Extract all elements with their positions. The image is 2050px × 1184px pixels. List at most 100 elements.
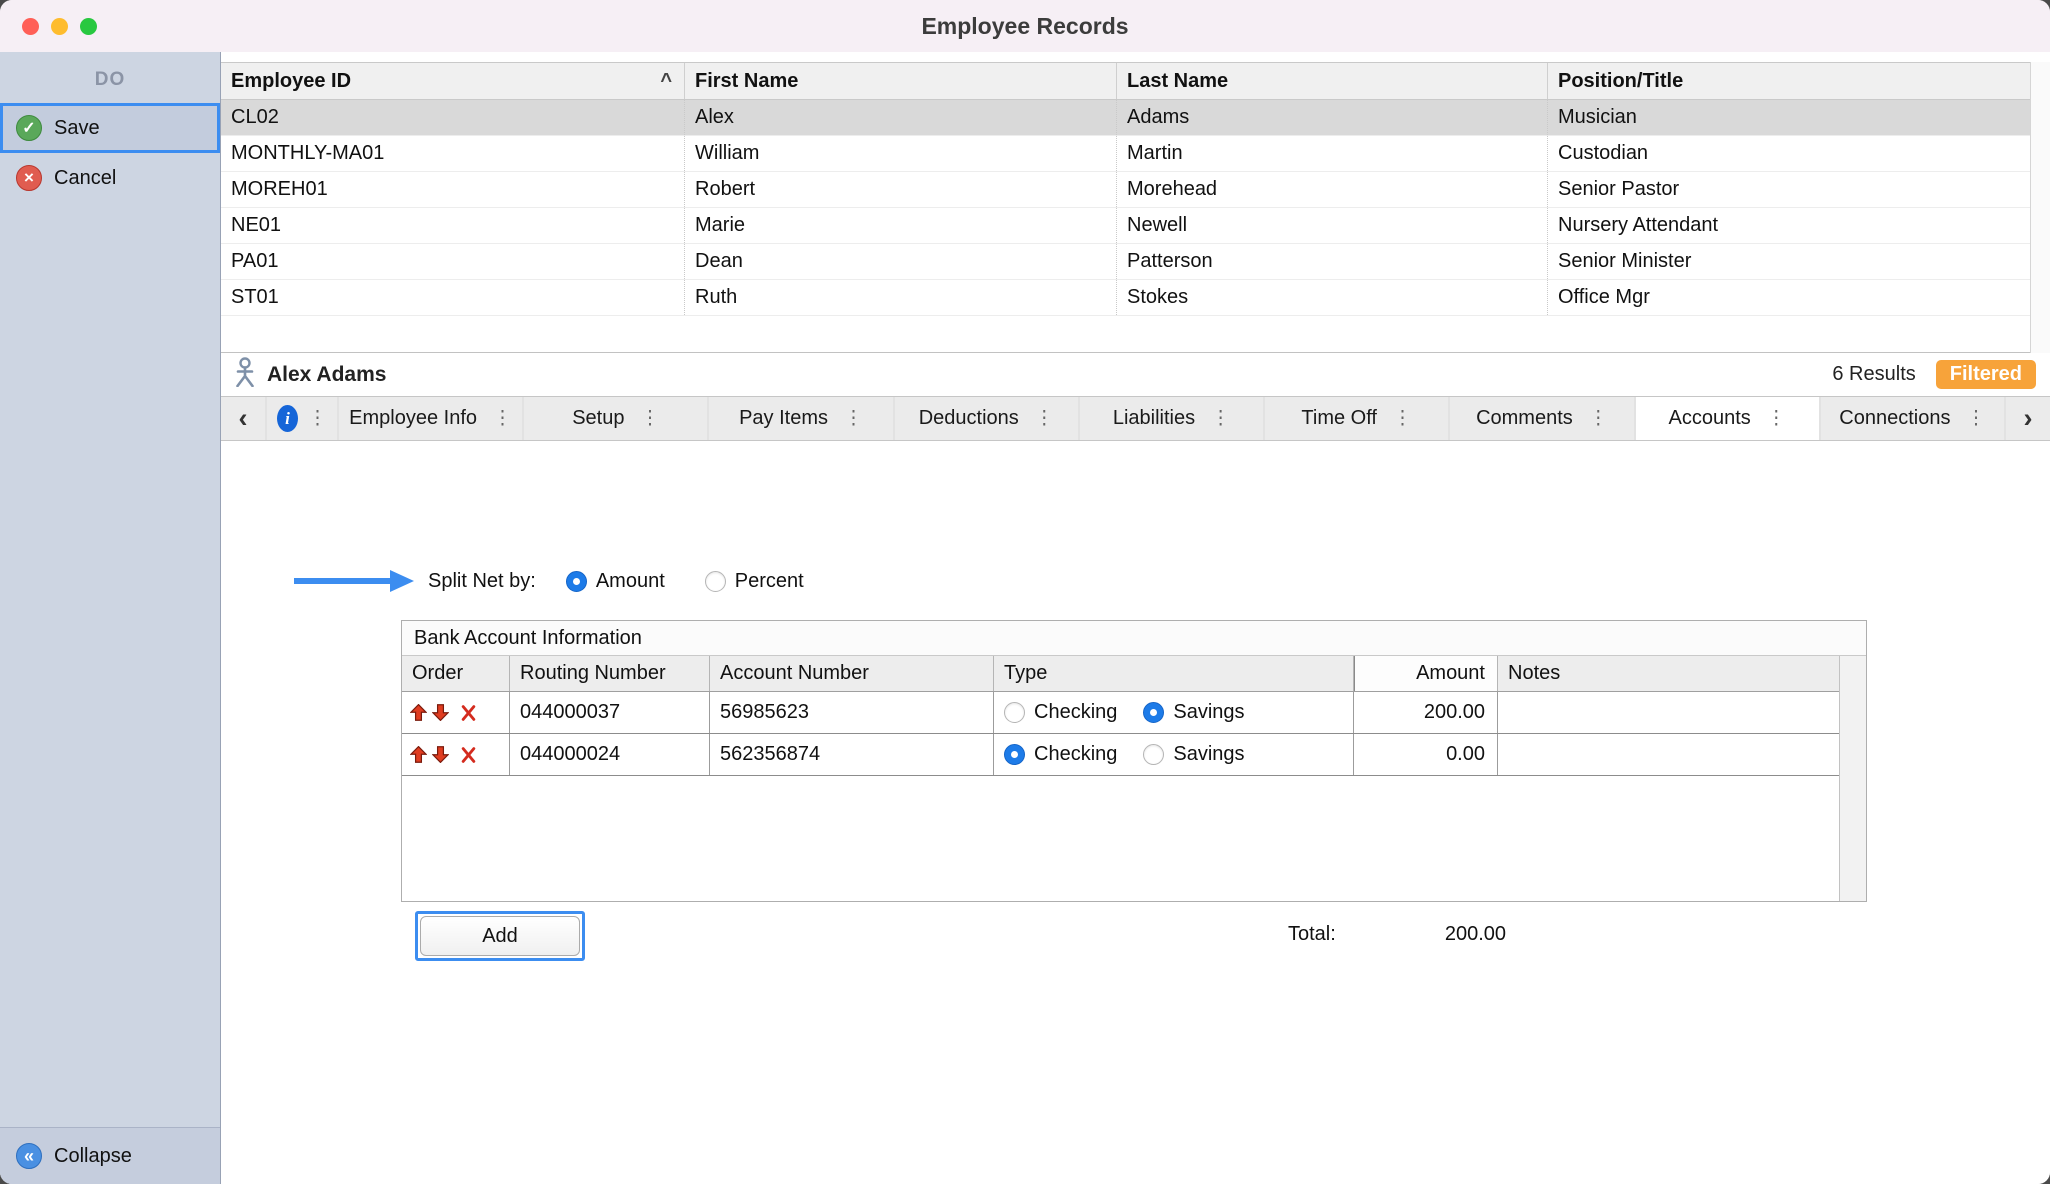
tab-deductions[interactable]: Deductions⋮ [895, 397, 1078, 440]
account-number-cell[interactable]: 562356874 [710, 734, 994, 775]
annotation-arrow [294, 568, 414, 594]
tab-label: Liabilities [1113, 407, 1195, 430]
move-up-button[interactable] [410, 704, 427, 721]
tab-menu-icon[interactable]: ⋮ [1767, 407, 1786, 430]
bank-column-header-account-number[interactable]: Account Number [710, 656, 994, 691]
type-radio-checking[interactable]: Checking [1004, 743, 1117, 766]
tab-comments[interactable]: Comments ⋮ [1450, 397, 1633, 440]
employee-row[interactable]: NE01MarieNewellNursery Attendant [221, 208, 2030, 244]
tab-menu-icon[interactable]: ⋮ [1211, 407, 1230, 430]
type-cell: Checking Savings [994, 734, 1354, 775]
amount-cell[interactable]: 200.00 [1354, 692, 1498, 733]
radio-label: Amount [596, 570, 665, 593]
radio-icon [705, 571, 726, 592]
delete-row-button[interactable] [461, 746, 476, 764]
column-header-label: Position/Title [1558, 70, 1683, 93]
position-cell: Nursery Attendant [1548, 208, 2030, 243]
bank-column-header-routing-number[interactable]: Routing Number [510, 656, 710, 691]
employee-row[interactable]: ST01RuthStokesOffice Mgr [221, 280, 2030, 316]
window-controls [22, 18, 97, 35]
bank-column-header-notes[interactable]: Notes [1498, 656, 1839, 691]
order-cell [402, 734, 510, 775]
employee-id-cell: MOREH01 [221, 172, 685, 207]
radio-icon [1143, 744, 1164, 765]
tab-connections[interactable]: Connections⋮ [1821, 397, 2004, 440]
bank-column-header-amount[interactable]: Amount [1354, 656, 1498, 691]
tab-menu-icon[interactable]: ⋮ [1966, 407, 1985, 430]
type-radio-savings[interactable]: Savings [1143, 743, 1244, 766]
close-window-button[interactable] [22, 18, 39, 35]
routing-number-cell[interactable]: 044000024 [510, 734, 710, 775]
column-header-last-name[interactable]: Last Name [1117, 63, 1548, 99]
employee-row[interactable]: CL02AlexAdamsMusician [221, 100, 2030, 136]
employee-row[interactable]: MONTHLY-MA01WilliamMartinCustodian [221, 136, 2030, 172]
tab-menu-icon[interactable]: ⋮ [1589, 407, 1608, 430]
position-cell: Senior Pastor [1548, 172, 2030, 207]
results-count: 6 Results [1832, 363, 1915, 386]
type-radio-checking[interactable]: Checking [1004, 701, 1117, 724]
tab-setup[interactable]: Setup⋮ [524, 397, 707, 440]
bank-table-scrollbar[interactable] [1839, 656, 1866, 901]
column-header-first-name[interactable]: First Name [685, 63, 1117, 99]
column-header-position-title[interactable]: Position/Title [1548, 63, 2030, 99]
add-account-button[interactable]: Add [420, 916, 580, 956]
save-button[interactable]: ✓ Save [0, 103, 220, 153]
position-cell: Senior Minister [1548, 244, 2030, 279]
tab-employee-info[interactable]: Employee Info⋮ [339, 397, 522, 440]
move-down-button[interactable] [432, 746, 449, 763]
zoom-window-button[interactable] [80, 18, 97, 35]
notes-cell[interactable] [1498, 734, 1839, 775]
radio-icon [1004, 744, 1025, 765]
delete-row-button[interactable] [461, 704, 476, 722]
type-radio-savings[interactable]: Savings [1143, 701, 1244, 724]
amount-cell[interactable]: 0.00 [1354, 734, 1498, 775]
tab-menu-icon[interactable]: ⋮ [844, 407, 863, 430]
move-up-button[interactable] [410, 746, 427, 763]
tab-time-off[interactable]: Time Off⋮ [1265, 397, 1448, 440]
collapse-button[interactable]: « Collapse [0, 1127, 220, 1184]
last-name-cell: Martin [1117, 136, 1548, 171]
tab-list: Employee Info⋮Setup⋮Pay Items⋮Deductions… [339, 397, 2004, 440]
cancel-button[interactable]: × Cancel [0, 153, 220, 203]
tab-menu-icon[interactable]: ⋮ [1393, 407, 1412, 430]
tab-pay-items[interactable]: Pay Items⋮ [709, 397, 892, 440]
tabs-scroll-left-button[interactable]: ‹ [221, 397, 265, 440]
column-header-employee-id[interactable]: Employee ID^ [221, 63, 685, 99]
routing-number-cell[interactable]: 044000037 [510, 692, 710, 733]
tab-info[interactable]: i ⋮ [267, 397, 337, 440]
total-label: Total: [1288, 923, 1336, 946]
column-header-label: Last Name [1127, 70, 1228, 93]
last-name-cell: Patterson [1117, 244, 1548, 279]
tab-menu-icon[interactable]: ⋮ [1035, 407, 1054, 430]
tab-label: Comments [1476, 407, 1573, 430]
notes-cell[interactable] [1498, 692, 1839, 733]
split-radio-amount[interactable]: Amount [566, 570, 665, 593]
bank-column-header-order[interactable]: Order [402, 656, 510, 691]
person-icon [233, 357, 257, 392]
total-value: 200.00 [1445, 923, 1506, 946]
selected-employee-name: Alex Adams [267, 363, 386, 387]
account-number-cell[interactable]: 56985623 [710, 692, 994, 733]
move-down-button[interactable] [432, 704, 449, 721]
split-radio-percent[interactable]: Percent [705, 570, 804, 593]
tab-menu-icon[interactable]: ⋮ [640, 407, 659, 430]
employee-table-scrollbar[interactable] [2030, 62, 2050, 353]
employee-row[interactable]: PA01DeanPattersonSenior Minister [221, 244, 2030, 280]
add-button-highlight: Add [415, 911, 585, 961]
bank-column-header-type[interactable]: Type [994, 656, 1354, 691]
first-name-cell: Alex [685, 100, 1117, 135]
minimize-window-button[interactable] [51, 18, 68, 35]
detail-header-right: 6 Results Filtered [1832, 360, 2036, 389]
bank-group-title: Bank Account Information [402, 621, 1866, 656]
first-name-cell: Marie [685, 208, 1117, 243]
tabs-scroll-right-button[interactable]: › [2006, 397, 2050, 440]
tab-menu-icon[interactable]: ⋮ [308, 407, 327, 430]
tab-menu-icon[interactable]: ⋮ [493, 407, 512, 430]
employee-id-cell: CL02 [221, 100, 685, 135]
employee-row[interactable]: MOREH01RobertMoreheadSenior Pastor [221, 172, 2030, 208]
first-name-cell: Ruth [685, 280, 1117, 315]
tab-liabilities[interactable]: Liabilities ⋮ [1080, 397, 1263, 440]
tab-accounts[interactable]: Accounts⋮ [1636, 397, 1819, 440]
filtered-badge[interactable]: Filtered [1936, 360, 2036, 389]
cancel-label: Cancel [54, 167, 116, 190]
